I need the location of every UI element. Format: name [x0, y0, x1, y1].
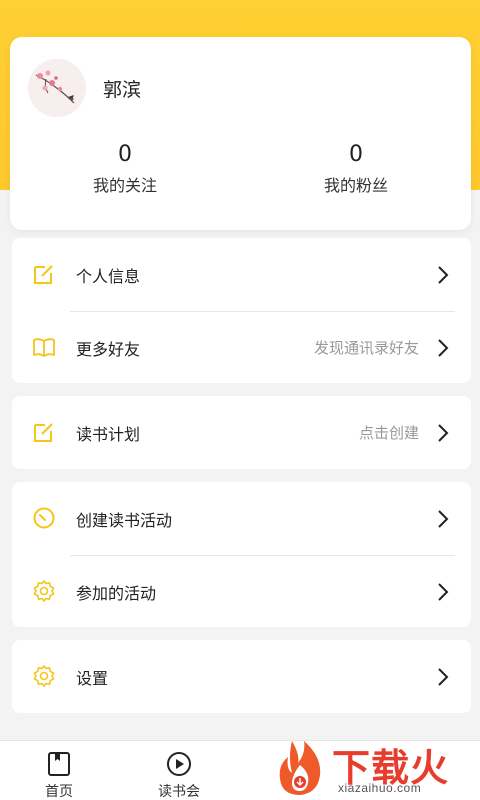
menu-item-label: 更多好友: [76, 339, 141, 359]
chevron-right-icon: [438, 339, 449, 357]
menu-item-hint: 发现通讯录好友: [313, 339, 419, 357]
menu-card-settings: 设置: [12, 640, 471, 713]
following-count: 0: [118, 142, 132, 167]
avatar[interactable]: [28, 59, 86, 117]
menu-card-reading-plan: 读书计划 点击创建: [12, 396, 471, 469]
menu-item-joined-activities[interactable]: 参加的活动: [12, 555, 471, 628]
play-icon: [167, 752, 191, 776]
edit-icon: [34, 265, 53, 284]
menu-item-label: 创建读书活动: [76, 510, 173, 530]
menu-item-label: 设置: [76, 668, 109, 688]
book-icon: [48, 752, 70, 776]
flame-logo-icon: [279, 741, 321, 795]
gear-icon: [33, 580, 55, 602]
menu-card-activities: 创建读书活动 参加的活动: [12, 482, 471, 627]
menu-item-label: 读书计划: [76, 424, 141, 444]
menu-item-settings[interactable]: 设置: [12, 640, 471, 713]
gear-icon: [33, 665, 55, 687]
fans-count: 0: [349, 142, 363, 167]
chevron-right-icon: [438, 668, 449, 686]
edit-icon: [34, 423, 53, 442]
fans-label: 我的粉丝: [323, 176, 388, 195]
fans-stat[interactable]: 0 我的粉丝: [256, 141, 456, 197]
tab-label: 读书会: [158, 784, 200, 800]
menu-item-create-activity[interactable]: 创建读书活动: [12, 482, 471, 555]
menu-item-more-friends[interactable]: 更多好友 发现通讯录好友: [12, 311, 471, 384]
chevron-right-icon: [438, 424, 449, 442]
chevron-right-icon: [438, 583, 449, 601]
book-icon: [33, 338, 55, 357]
tab-label: 首页: [45, 784, 73, 800]
menu-item-personal-info[interactable]: 个人信息: [12, 238, 471, 311]
following-label: 我的关注: [92, 176, 157, 195]
tab-home[interactable]: 首页: [19, 741, 99, 800]
timer-icon: [33, 507, 55, 529]
username: 郭滨: [103, 79, 142, 101]
tab-reading-club[interactable]: 读书会: [139, 741, 219, 800]
chevron-right-icon: [438, 510, 449, 528]
watermark: 下载火 xiazaihuo.com: [270, 735, 475, 800]
menu-item-label: 参加的活动: [76, 583, 157, 603]
menu-card-profile: 个人信息 更多好友 发现通讯录好友: [12, 238, 471, 383]
profile-card: 郭滨 0 我的关注 0 我的粉丝: [10, 37, 471, 230]
menu-item-label: 个人信息: [76, 266, 141, 286]
watermark-url: xiazaihuo.com: [338, 781, 422, 795]
following-stat[interactable]: 0 我的关注: [25, 141, 225, 197]
menu-item-reading-plan[interactable]: 读书计划 点击创建: [12, 396, 471, 469]
chevron-right-icon: [438, 266, 449, 284]
menu-item-hint: 点击创建: [358, 424, 419, 442]
